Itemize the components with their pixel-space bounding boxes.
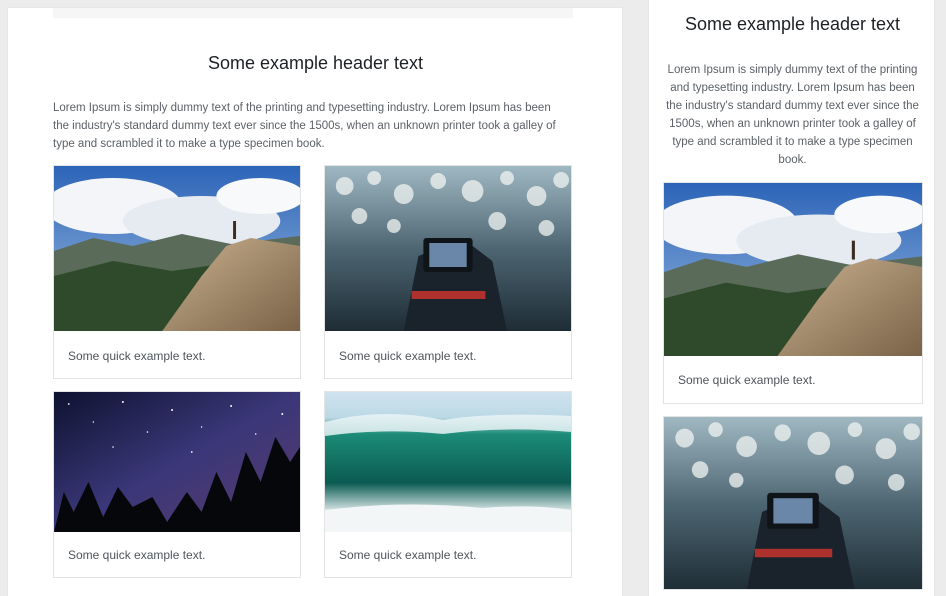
card-wave[interactable]: Some quick example text.: [324, 391, 572, 578]
card-text: Some quick example text.: [339, 548, 477, 562]
card-text: Some quick example text.: [339, 349, 477, 363]
starry-night-forest-photo: [54, 392, 300, 532]
card-text: Some quick example text.: [68, 349, 206, 363]
top-divider: [53, 8, 573, 18]
page-title: Some example header text: [207, 53, 424, 73]
card-bokeh[interactable]: Some quick example text.: [324, 165, 572, 379]
intro-paragraph: Lorem Ipsum is simply dummy text of the …: [53, 102, 556, 150]
desktop-content: Some example header text Lorem Ipsum is …: [23, 8, 608, 596]
card-text: Some quick example text.: [678, 373, 816, 387]
card-bokeh-mobile[interactable]: [663, 416, 923, 590]
phone-camera-bokeh-photo: [325, 166, 571, 331]
card-mountain-mobile[interactable]: Some quick example text.: [663, 182, 923, 404]
card-text: Some quick example text.: [68, 548, 206, 562]
desktop-preview-panel: Some example header text Lorem Ipsum is …: [8, 8, 622, 596]
mountain-cliff-photo: [54, 166, 300, 331]
page-title-mobile: Some example header text: [684, 14, 901, 34]
ocean-wave-photo: [325, 392, 571, 532]
mobile-preview-panel: Some example header text Lorem Ipsum is …: [648, 0, 935, 596]
card-mountain[interactable]: Some quick example text.: [53, 165, 301, 379]
mountain-cliff-photo: [664, 183, 922, 356]
phone-camera-bokeh-photo: [664, 417, 922, 590]
intro-paragraph-mobile: Lorem Ipsum is simply dummy text of the …: [666, 64, 919, 166]
card-night[interactable]: Some quick example text.: [53, 391, 301, 578]
